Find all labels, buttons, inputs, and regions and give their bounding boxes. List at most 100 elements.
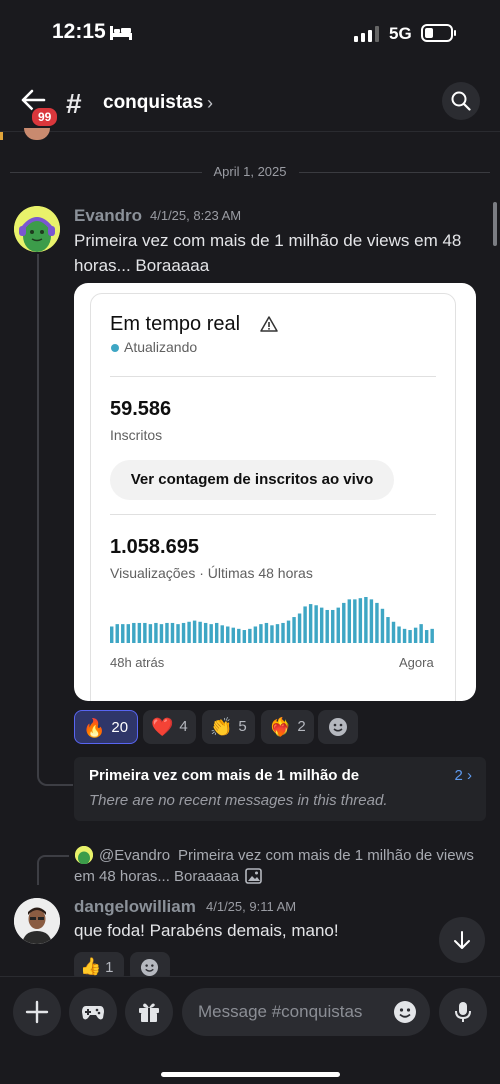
chart-bar — [237, 628, 241, 643]
thread-message-count: 2 › — [454, 767, 472, 784]
add-reaction-button[interactable] — [318, 710, 358, 744]
gift-button[interactable] — [125, 988, 173, 1036]
reaction-count: 20 — [111, 719, 129, 737]
status-bar: 12:15 5G — [0, 0, 500, 70]
thumbs-up-emoji-icon: 👍 — [80, 957, 102, 976]
search-button[interactable] — [442, 82, 480, 120]
reply-author[interactable]: @Evandro — [99, 847, 170, 864]
scrollbar[interactable] — [493, 202, 497, 246]
add-attachment-button[interactable] — [13, 988, 61, 1036]
smiley-icon — [140, 958, 159, 977]
avatar[interactable] — [14, 206, 60, 252]
chart-bar — [281, 622, 285, 643]
chart-bar — [259, 624, 263, 643]
chart-bar — [253, 626, 258, 643]
live-subscribers-button: Ver contagem de inscritos ao vivo — [110, 460, 394, 500]
chart-bar — [303, 606, 307, 643]
chart-bar — [214, 622, 219, 643]
status-time: 12:15 — [52, 20, 106, 43]
chart-bar — [397, 626, 401, 643]
chart-bar — [181, 622, 186, 643]
chart-bar — [203, 622, 208, 643]
chart-bar — [187, 621, 191, 643]
heart-on-fire-emoji-icon: ❤️‍🔥 — [269, 717, 292, 738]
apps-button[interactable] — [69, 988, 117, 1036]
chart-bar — [364, 597, 368, 643]
message-text-line-1: Primeira vez com mais de 1 milhão de vie… — [74, 231, 462, 250]
avatar-photo-icon — [14, 898, 60, 944]
smiley-icon — [329, 718, 347, 736]
attached-image[interactable]: Em tempo real Atualizando 59.586 Inscrit… — [74, 283, 476, 701]
separator — [110, 376, 436, 377]
chart-bar — [264, 622, 269, 643]
network-label: 5G — [389, 24, 412, 43]
message-text: que foda! Parabéns demais, mano! — [74, 921, 339, 940]
chart-axis-end: Agora — [399, 655, 434, 670]
reply-preview-line-2[interactable]: em 48 horas... Boraaaaa — [74, 868, 239, 885]
chart-bar — [226, 626, 230, 643]
chart-bar — [408, 630, 412, 643]
chart-axis-start: 48h atrás — [110, 655, 165, 670]
image-icon — [245, 868, 262, 884]
chart-bar — [220, 625, 224, 643]
chevron-right-icon[interactable]: › — [207, 93, 213, 114]
reply-preview-line-1[interactable]: Primeira vez com mais de 1 milhão de vie… — [178, 847, 474, 864]
cellular-signal-icon — [354, 26, 379, 42]
chart-bar — [308, 604, 313, 643]
home-indicator — [161, 1072, 340, 1077]
fire-emoji-icon: 🔥 — [83, 718, 106, 739]
views-label: Visualizações · Últimas 48 horas — [110, 565, 313, 581]
chart-bar — [192, 620, 197, 643]
chart-bar — [424, 630, 429, 643]
separator — [110, 514, 436, 515]
channel-name[interactable]: conquistas — [103, 92, 203, 114]
message-author[interactable]: Evandro — [74, 206, 142, 226]
reply-avatar — [75, 846, 93, 865]
chart-bar — [353, 599, 357, 643]
battery-icon — [421, 24, 456, 42]
reaction-heart-fire[interactable]: ❤️‍🔥 2 — [261, 710, 314, 744]
avatar[interactable] — [14, 898, 60, 944]
chart-bar — [154, 622, 158, 643]
clap-emoji-icon: 👏 — [210, 717, 233, 738]
realtime-status: Atualizando — [124, 339, 198, 355]
gift-icon — [139, 1003, 159, 1022]
chart-bar — [297, 613, 302, 643]
message-timestamp: 4/1/25, 8:23 AM — [150, 208, 242, 223]
plus-icon — [25, 1000, 49, 1024]
chart-bar — [331, 609, 335, 643]
message-composer: Message #conquistas — [0, 976, 500, 1084]
live-dot — [111, 344, 119, 352]
chart-bar — [209, 624, 213, 643]
chart-bar — [165, 622, 169, 643]
chart-bar — [159, 624, 164, 643]
chart-bar — [347, 599, 352, 643]
reaction-clap[interactable]: 👏 5 — [202, 710, 255, 744]
chart-bar — [325, 609, 329, 643]
emoji-picker-icon[interactable] — [393, 1000, 417, 1024]
chart-bar — [110, 626, 114, 643]
reaction-fire[interactable]: 🔥 20 — [74, 710, 138, 744]
chart-bar — [391, 621, 396, 643]
thread-card[interactable]: Primeira vez com mais de 1 milhão de 2 ›… — [74, 757, 486, 821]
message-author[interactable]: dangelowilliam — [74, 897, 196, 917]
chart-bar — [380, 608, 385, 643]
chart-bar — [336, 607, 340, 643]
gamepad-icon — [82, 1006, 104, 1020]
chart-bar — [314, 605, 318, 643]
date-divider: April 1, 2025 — [10, 164, 490, 180]
voice-message-button[interactable] — [439, 988, 487, 1036]
chart-bar — [275, 624, 280, 643]
thread-connector-line — [37, 254, 73, 786]
chart-bar — [148, 624, 153, 643]
jump-to-bottom-button[interactable] — [439, 917, 485, 963]
reaction-count: 1 — [105, 959, 114, 976]
chart-bar — [430, 628, 434, 643]
views-bar-chart — [110, 597, 434, 643]
realtime-title: Em tempo real — [110, 313, 241, 335]
thread-title: Primeira vez com mais de 1 milhão de — [89, 767, 360, 784]
previous-message-avatar — [24, 128, 50, 140]
microphone-icon — [455, 1002, 471, 1022]
chart-bar — [115, 624, 119, 643]
reaction-heart[interactable]: ❤️ 4 — [143, 710, 196, 744]
